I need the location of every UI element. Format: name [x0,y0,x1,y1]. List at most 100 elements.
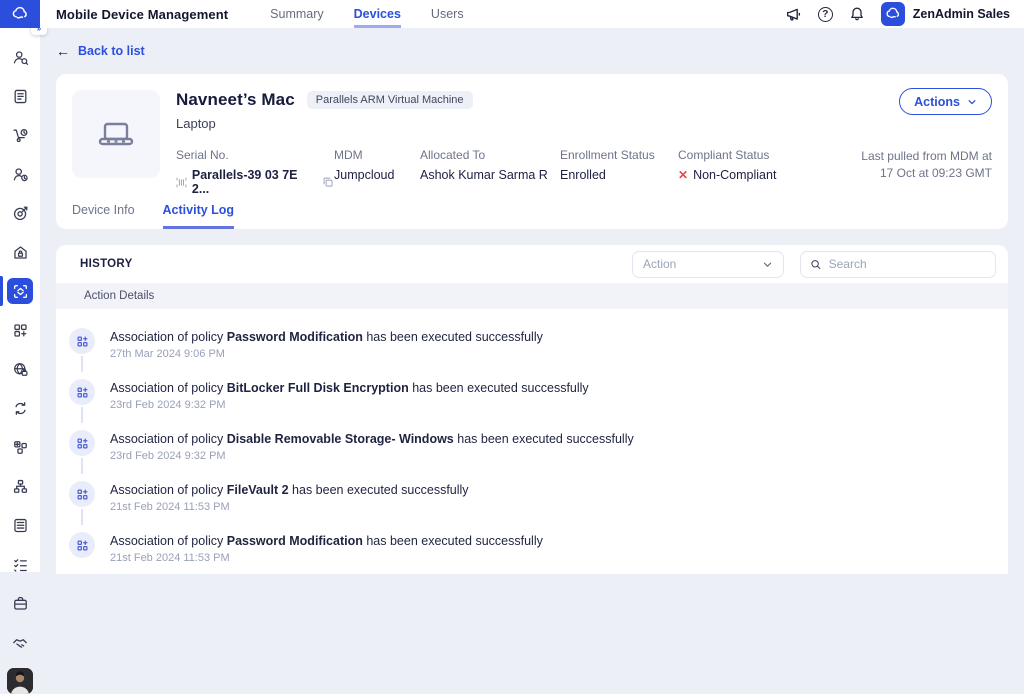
sidebar-item-notes[interactable] [7,83,33,109]
activity-text: Association of policy BitLocker Full Dis… [110,379,589,395]
apps-plus-icon [76,488,89,501]
field-allocated-to: Allocated To Ashok Kumar Sarma R [420,148,560,196]
device-platform-badge: Parallels ARM Virtual Machine [307,91,473,109]
field-label: MDM [334,148,420,162]
history-search[interactable] [800,251,996,278]
sidebar-item-goals[interactable] [7,200,33,226]
actions-button-label: Actions [914,95,960,109]
sidebar-item-app-catalog[interactable] [7,317,33,343]
activity-timestamp: 21st Feb 2024 11:53 PM [110,501,469,513]
field-label: Enrollment Status [560,148,678,162]
chevron-down-icon [762,259,773,270]
apps-plus-icon [12,322,29,339]
activity-entry: Association of policy BitLocker Full Dis… [69,379,992,411]
nav-tab-users[interactable]: Users [431,0,464,28]
policy-association-icon [69,379,95,405]
globe-lock-icon [12,361,29,378]
sidebar: » [0,28,40,572]
activity-entry: Association of policy FileVault 2 has be… [69,481,992,513]
sidebar-item-org-chart[interactable] [7,473,33,499]
activity-timestamp: 21st Feb 2024 11:53 PM [110,552,543,564]
user-avatar[interactable] [7,668,33,694]
zenadmin-logo[interactable] [0,0,40,28]
activity-entries: Association of policy Password Modificat… [56,309,1008,564]
search-icon [810,258,822,271]
search-input[interactable] [829,257,986,271]
device-name: Navneet’s Mac [176,90,295,110]
list-document-icon [12,517,29,534]
sidebar-item-integrations[interactable] [7,434,33,460]
device-fields: Serial No. Parallels-39 03 7E 2... MDM J… [176,148,992,196]
last-pulled-info: Last pulled from MDM at 17 Oct at 09:23 … [861,148,992,196]
sidebar-item-partners[interactable] [7,629,33,655]
activity-timestamp: 23rd Feb 2024 9:32 PM [110,399,589,411]
grid-plus-icon [12,439,29,456]
mdm-value: Jumpcloud [334,168,420,182]
activity-timestamp: 27th Mar 2024 9:06 PM [110,348,543,360]
activity-entry: Association of policy Disable Removable … [69,430,992,462]
sidebar-item-shipments[interactable] [7,122,33,148]
sidebar-item-user-search[interactable] [7,44,33,70]
device-scan-icon [12,283,29,300]
back-to-list-link[interactable]: ← Back to list [56,43,145,59]
activity-text: Association of policy Disable Removable … [110,430,634,446]
policy-association-icon [69,481,95,507]
activity-timestamp: 23rd Feb 2024 9:32 PM [110,450,634,462]
apps-plus-icon [76,335,89,348]
cloud-logo-icon [11,5,29,23]
barcode-scan-icon [176,177,187,188]
allocated-to-value: Ashok Kumar Sarma R [420,168,560,182]
apps-plus-icon [76,539,89,552]
top-nav: Summary Devices Users [270,0,463,28]
back-link-label: Back to list [78,44,145,58]
field-mdm: MDM Jumpcloud [334,148,420,196]
tab-activity-log[interactable]: Activity Log [163,191,235,229]
sidebar-item-home-security[interactable] [7,239,33,265]
sidebar-item-web-security[interactable] [7,356,33,382]
checklist-icon [12,556,29,573]
apps-plus-icon [76,386,89,399]
action-filter-label: Action [643,257,676,271]
laptop-icon [94,112,138,156]
non-compliant-x-icon: ✕ [678,168,688,182]
nav-tab-devices[interactable]: Devices [354,0,401,28]
sidebar-item-reports[interactable] [7,512,33,538]
help-icon[interactable]: ? [817,6,834,23]
nav-tab-summary[interactable]: Summary [270,0,323,28]
history-title: HISTORY [68,258,133,270]
top-bar: Mobile Device Management Summary Devices… [0,0,1024,28]
field-label: Allocated To [420,148,560,162]
account-name: ZenAdmin Sales [913,7,1010,21]
apps-plus-icon [76,437,89,450]
tab-device-info[interactable]: Device Info [72,191,135,229]
action-details-header: Action Details [56,283,1008,309]
sidebar-item-device-management[interactable] [7,278,33,304]
notes-icon [12,88,29,105]
sidebar-item-checklist[interactable] [7,551,33,577]
announcements-icon[interactable] [785,6,802,23]
user-clock-icon [12,166,29,183]
actions-button[interactable]: Actions [899,88,992,115]
sidebar-item-inventory[interactable] [7,590,33,616]
policy-association-icon [69,430,95,456]
policy-association-icon [69,328,95,354]
shipment-clock-icon [12,127,29,144]
copy-icon[interactable] [322,176,334,188]
compliant-status-value: Non-Compliant [693,168,776,182]
notifications-bell-icon[interactable] [849,6,866,23]
field-compliant-status: Compliant Status ✕ Non-Compliant [678,148,828,196]
device-image [72,90,160,178]
action-filter-dropdown[interactable]: Action [632,251,784,278]
app-title: Mobile Device Management [56,7,228,22]
sidebar-item-sync[interactable] [7,395,33,421]
user-search-icon [12,49,29,66]
activity-entry: Association of policy Password Modificat… [69,532,992,564]
field-label: Compliant Status [678,148,828,162]
back-arrow-icon: ← [56,43,70,59]
account-menu[interactable]: ZenAdmin Sales [881,2,1010,26]
sidebar-item-user-clock[interactable] [7,161,33,187]
activity-text: Association of policy FileVault 2 has be… [110,481,469,497]
activity-text: Association of policy Password Modificat… [110,532,543,548]
cloud-logo-icon [885,6,901,22]
chevron-down-icon [967,97,977,107]
